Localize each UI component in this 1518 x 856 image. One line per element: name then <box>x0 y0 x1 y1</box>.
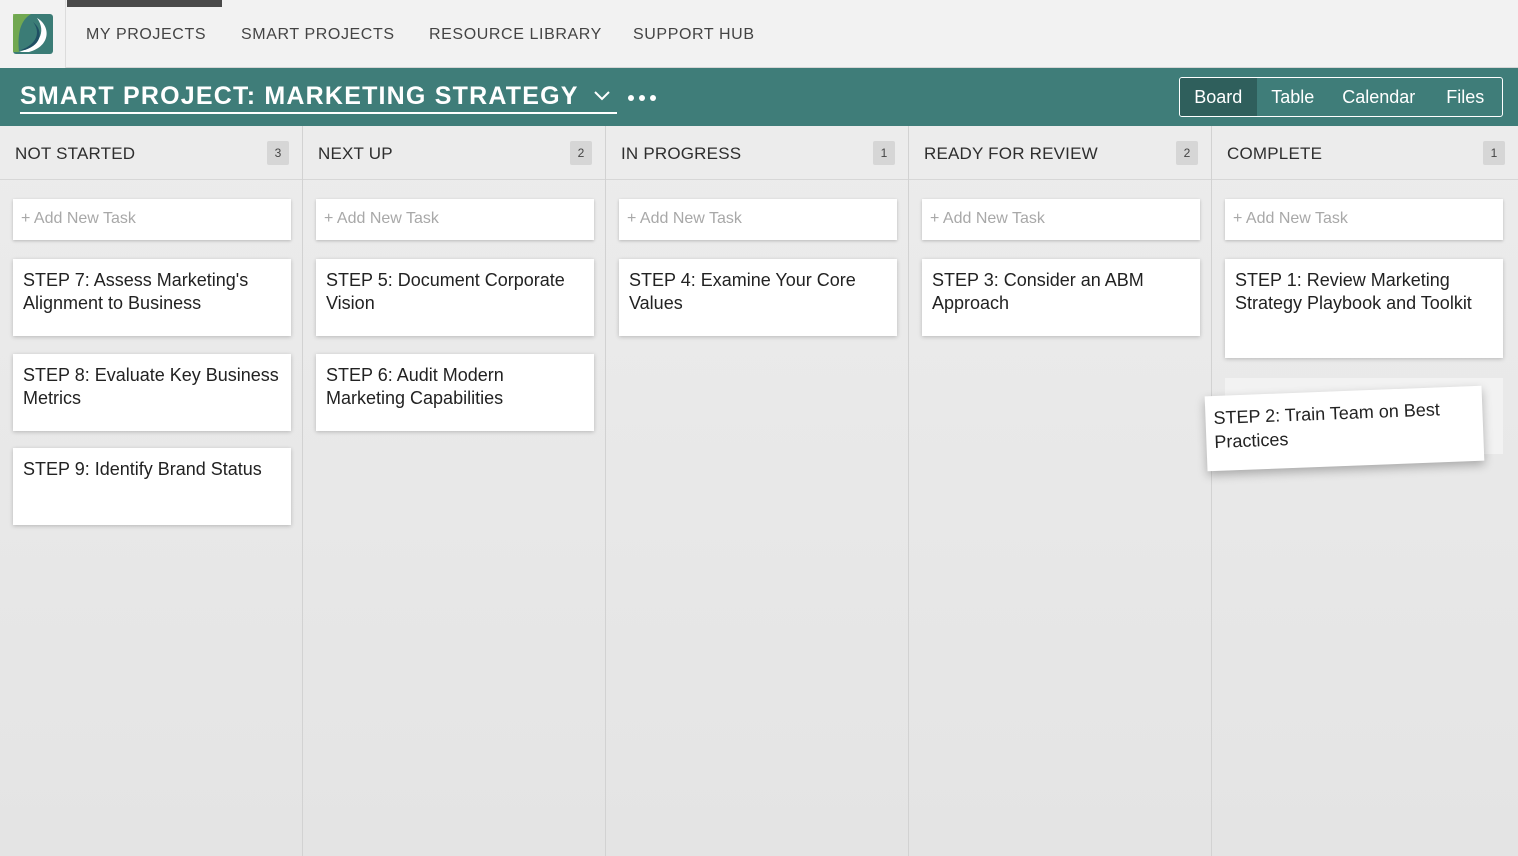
nav-resource-library[interactable]: RESOURCE LIBRARY <box>429 26 602 44</box>
column-complete: COMPLETE 1 + Add New Task STEP 1: Review… <box>1212 126 1518 856</box>
task-card[interactable]: STEP 1: Review Marketing Strategy Playbo… <box>1225 259 1503 358</box>
chevron-down-icon <box>593 91 610 101</box>
task-count-badge: 1 <box>1483 141 1505 165</box>
add-task-input[interactable]: + Add New Task <box>316 199 594 240</box>
column-title: COMPLETE <box>1227 144 1323 163</box>
task-count-badge: 1 <box>873 141 895 165</box>
nav-smart-projects[interactable]: SMART PROJECTS <box>241 26 395 44</box>
view-board-button[interactable]: Board <box>1180 78 1257 116</box>
task-card[interactable]: STEP 9: Identify Brand Status <box>13 448 291 525</box>
view-calendar-button[interactable]: Calendar <box>1329 78 1428 116</box>
task-count-badge: 2 <box>1176 141 1198 165</box>
add-task-input[interactable]: + Add New Task <box>13 199 291 240</box>
add-task-input[interactable]: + Add New Task <box>1225 199 1503 240</box>
project-title: SMART PROJECT: MARKETING STRATEGY <box>20 81 579 110</box>
more-options-icon[interactable] <box>628 88 656 108</box>
logo-icon <box>12 14 53 54</box>
column-header: IN PROGRESS 1 <box>606 126 908 180</box>
column-header: NOT STARTED 3 <box>0 126 302 180</box>
task-card[interactable]: STEP 7: Assess Marketing's Alignment to … <box>13 259 291 336</box>
column-next-up: NEXT UP 2 + Add New Task STEP 5: Documen… <box>303 126 606 856</box>
dragging-task-card[interactable]: STEP 2: Train Team on Best Practices <box>1204 385 1485 472</box>
view-table-button[interactable]: Table <box>1257 78 1330 116</box>
add-task-input[interactable]: + Add New Task <box>922 199 1200 240</box>
project-selector[interactable]: SMART PROJECT: MARKETING STRATEGY <box>20 80 617 114</box>
column-title: IN PROGRESS <box>621 144 742 163</box>
kanban-board: NOT STARTED 3 + Add New Task STEP 7: Ass… <box>0 126 1518 856</box>
task-card[interactable]: STEP 4: Examine Your Core Values <box>619 259 897 336</box>
task-count-badge: 3 <box>267 141 289 165</box>
column-not-started: NOT STARTED 3 + Add New Task STEP 7: Ass… <box>0 126 303 856</box>
active-nav-indicator <box>67 0 222 7</box>
column-in-progress: IN PROGRESS 1 + Add New Task STEP 4: Exa… <box>606 126 909 856</box>
task-card[interactable]: STEP 6: Audit Modern Marketing Capabilit… <box>316 354 594 431</box>
column-ready-for-review: READY FOR REVIEW 2 + Add New Task STEP 3… <box>909 126 1212 856</box>
column-title: NOT STARTED <box>15 144 136 163</box>
view-switcher: Board Table Calendar Files <box>1179 77 1503 117</box>
task-card[interactable]: STEP 5: Document Corporate Vision <box>316 259 594 336</box>
task-card[interactable]: STEP 8: Evaluate Key Business Metrics <box>13 354 291 431</box>
column-header: NEXT UP 2 <box>303 126 605 180</box>
column-title: READY FOR REVIEW <box>924 144 1098 163</box>
task-count-badge: 2 <box>570 141 592 165</box>
column-title: NEXT UP <box>318 144 393 163</box>
add-task-input[interactable]: + Add New Task <box>619 199 897 240</box>
task-card[interactable]: STEP 3: Consider an ABM Approach <box>922 259 1200 336</box>
nav-my-projects[interactable]: MY PROJECTS <box>86 26 206 44</box>
column-header: COMPLETE 1 <box>1212 126 1518 180</box>
nav-support-hub[interactable]: SUPPORT HUB <box>633 26 755 44</box>
app-logo[interactable] <box>0 0 66 68</box>
column-header: READY FOR REVIEW 2 <box>909 126 1211 180</box>
top-navigation: MY PROJECTS SMART PROJECTS RESOURCE LIBR… <box>0 0 1518 68</box>
view-files-button[interactable]: Files <box>1428 78 1502 116</box>
